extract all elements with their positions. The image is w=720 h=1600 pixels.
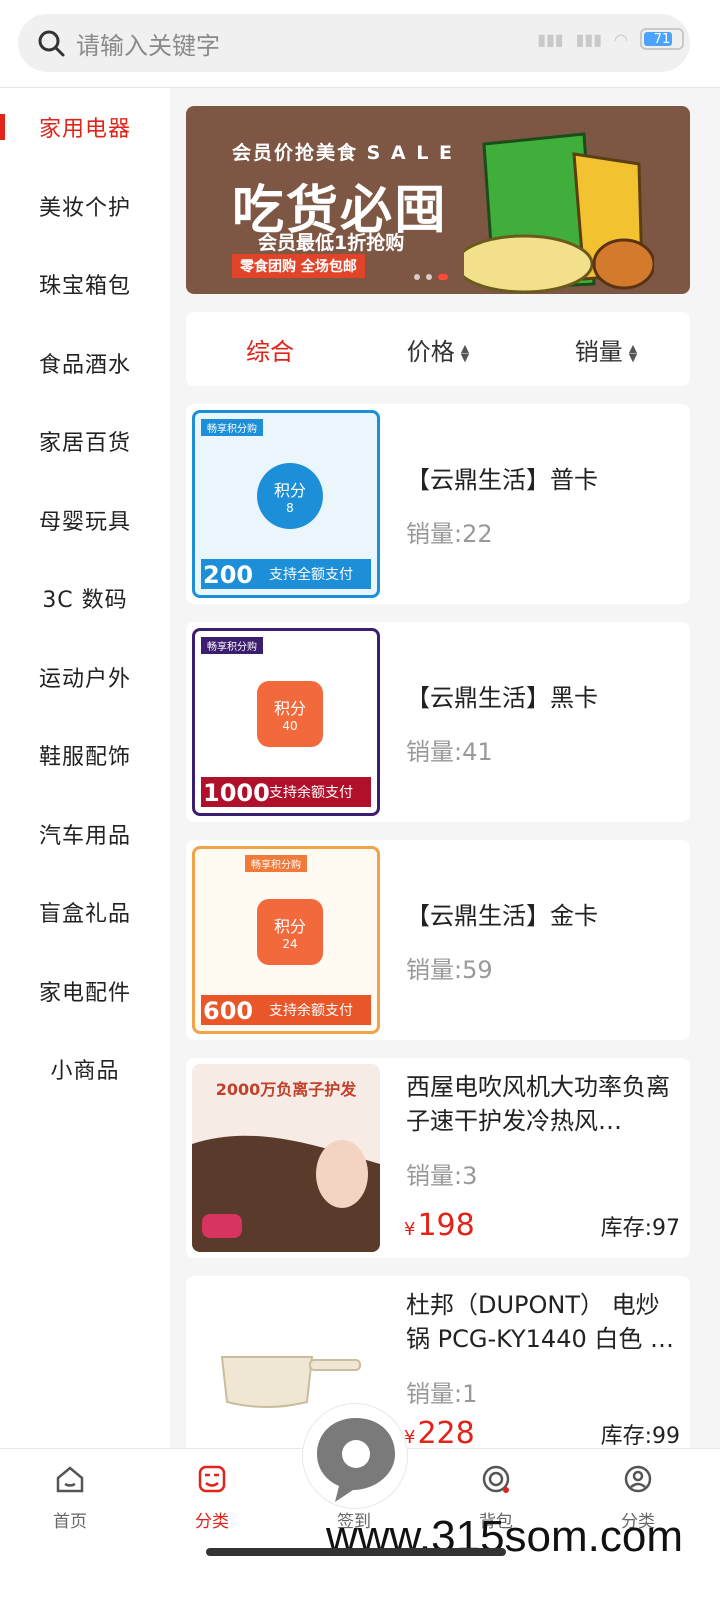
- tab-category[interactable]: 分类: [162, 1463, 262, 1532]
- points-badge: 积分 24: [257, 899, 323, 965]
- sidebar-item-sports-outdoor[interactable]: 运动户外: [0, 638, 170, 717]
- promo-banner[interactable]: 会员价抢美食 S A L E 吃货必囤 会员最低1折抢购 零食团购 全场包邮: [186, 106, 690, 294]
- product-card[interactable]: 畅享积分购 积分 8 支持全额支付 200 【云鼎生活】普卡 销量:22: [186, 404, 690, 604]
- product-card[interactable]: 畅享积分购 积分 24 支持余额支付 600 【云鼎生活】金卡 销量:59: [186, 840, 690, 1040]
- sidebar-item-food-drinks[interactable]: 食品酒水: [0, 324, 170, 403]
- banner-pagination: [414, 274, 448, 280]
- product-title: 【云鼎生活】普卡: [406, 466, 598, 494]
- product-title: 西屋电吹风机大功率负离子速干护发冷热风…: [406, 1073, 670, 1135]
- electric-pan-image: [220, 1356, 361, 1408]
- points-badge: 积分 40: [257, 681, 323, 747]
- banner-line3: 会员最低1折抢购: [258, 232, 405, 254]
- search-placeholder: 请输入关键字: [76, 31, 220, 60]
- wifi-icon: ◠: [614, 29, 628, 49]
- sidebar-item-apparel[interactable]: 鞋服配饰: [0, 716, 170, 795]
- sort-comprehensive[interactable]: 综合: [186, 332, 354, 367]
- product-card[interactable]: 杜邦（DUPONT） 电炒锅 PCG-KY1440 白色 … 销量:1 ¥228…: [186, 1276, 690, 1456]
- product-card[interactable]: 2000万负离子护发 西屋电吹风机大功率负离子速干护发冷热风… 销量:3 ¥19…: [186, 1058, 690, 1258]
- product-title: 【云鼎生活】金卡: [406, 902, 598, 930]
- hair-dryer-model-image: [192, 1135, 380, 1252]
- category-sidebar: 家用电器 美妆个护 珠宝箱包 食品酒水 家居百货 母婴玩具 3C 数码 运动户外…: [0, 88, 170, 1448]
- product-image: 畅享积分购 积分 40 支持余额支付 1000: [192, 628, 380, 816]
- thumb-price: 1000: [203, 779, 270, 807]
- sidebar-item-home-appliances[interactable]: 家用电器: [0, 88, 170, 167]
- signal-icon: ▮▮▮: [537, 29, 564, 49]
- profile-icon: [624, 1465, 652, 1493]
- search-icon: [38, 30, 65, 57]
- sort-sales[interactable]: 销量 ▲ ▼: [522, 332, 690, 367]
- product-price: ¥228: [404, 1416, 475, 1451]
- thumb-headline: 2000万负离子护发: [215, 1080, 357, 1099]
- sidebar-item-home-goods[interactable]: 家居百货: [0, 402, 170, 481]
- product-image: 畅享积分购 积分 8 支持全额支付 200: [192, 410, 380, 598]
- sidebar-item-auto[interactable]: 汽车用品: [0, 795, 170, 874]
- product-card[interactable]: 畅享积分购 积分 40 支持余额支付 1000 【云鼎生活】黑卡 销量:41: [186, 622, 690, 822]
- status-icons: ▮▮▮ ▮▮▮ ◠ 71: [537, 24, 684, 54]
- sidebar-item-beauty[interactable]: 美妆个护: [0, 167, 170, 246]
- sidebar-item-appliance-parts[interactable]: 家电配件: [0, 952, 170, 1031]
- product-sales: 销量:3: [406, 1162, 478, 1190]
- product-price: ¥198: [404, 1208, 475, 1243]
- thumb-price: 600: [203, 997, 254, 1025]
- sidebar-item-3c-digital[interactable]: 3C 数码: [0, 559, 170, 638]
- sort-arrows-icon: ▲ ▼: [628, 341, 638, 364]
- sort-arrows-icon: ▲ ▼: [460, 341, 470, 364]
- product-sales: 销量:59: [406, 956, 493, 984]
- points-badge: 积分 8: [257, 463, 323, 529]
- backpack-icon: [482, 1465, 510, 1493]
- banner-tag: 零食团购 全场包邮: [232, 254, 365, 278]
- product-image: 畅享积分购 积分 24 支持余额支付 600: [192, 846, 380, 1034]
- snack-bag-illustration: [464, 132, 654, 294]
- signal-icon: ▮▮▮: [575, 29, 603, 49]
- sidebar-item-blind-box[interactable]: 盲盒礼品: [0, 873, 170, 952]
- category-icon: [198, 1465, 226, 1493]
- product-title: 杜邦（DUPONT） 电炒锅 PCG-KY1440 白色 …: [406, 1291, 674, 1353]
- product-title: 【云鼎生活】黑卡: [406, 684, 598, 712]
- product-sales: 销量:22: [406, 520, 493, 548]
- sidebar-item-baby-toys[interactable]: 母婴玩具: [0, 481, 170, 560]
- product-sales: 销量:1: [406, 1380, 478, 1408]
- product-stock: 库存:99: [600, 1424, 680, 1449]
- sidebar-item-jewelry-bags[interactable]: 珠宝箱包: [0, 245, 170, 324]
- thumb-price: 200: [203, 561, 254, 589]
- thumb-tag: 畅享积分购: [245, 855, 307, 872]
- home-icon: [56, 1466, 84, 1493]
- battery-icon: 71: [640, 28, 684, 50]
- banner-line1: 会员价抢美食 S A L E: [232, 142, 454, 164]
- thumb-tag: 畅享积分购: [201, 419, 263, 436]
- product-stock: 库存:97: [600, 1216, 680, 1241]
- sidebar-item-small-goods[interactable]: 小商品: [0, 1030, 170, 1109]
- tab-home[interactable]: 首页: [20, 1463, 120, 1532]
- sort-bar: 综合 价格 ▲ ▼ 销量 ▲ ▼: [186, 312, 690, 386]
- top-bar: 请输入关键字 ▮▮▮ ▮▮▮ ◠ 71: [0, 0, 720, 88]
- product-sales: 销量:41: [406, 738, 493, 766]
- thumb-tag: 畅享积分购: [201, 637, 263, 654]
- sort-price[interactable]: 价格 ▲ ▼: [354, 332, 522, 367]
- home-indicator[interactable]: [206, 1548, 506, 1556]
- product-image: 2000万负离子护发: [192, 1064, 380, 1252]
